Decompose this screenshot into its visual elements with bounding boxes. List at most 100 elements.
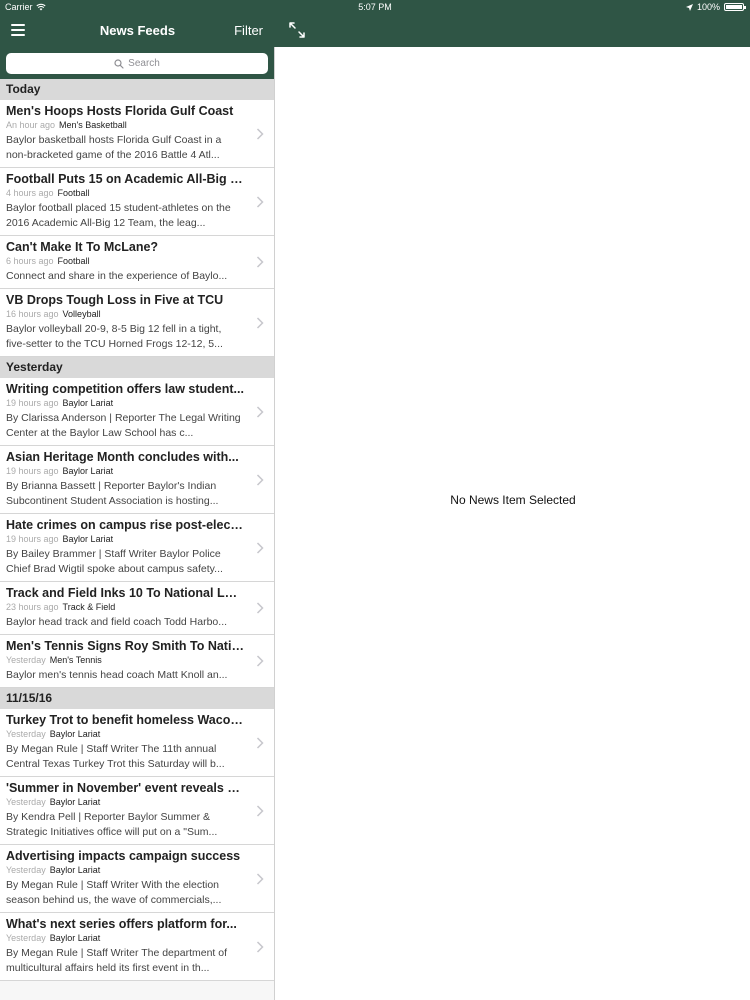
news-item-meta: 19 hours ago Baylor Lariat — [6, 397, 244, 409]
news-item-category: Track & Field — [62, 602, 116, 612]
news-item-time: 19 hours ago — [6, 466, 59, 476]
status-time: 5:07 PM — [358, 2, 392, 12]
search-icon — [114, 58, 124, 69]
chevron-right-icon — [256, 127, 264, 140]
news-item[interactable]: What's next series offers platform for..… — [0, 913, 274, 981]
news-item-category: Football — [57, 188, 90, 198]
filter-button[interactable]: Filter — [234, 23, 263, 38]
news-item-meta: Yesterday Baylor Lariat — [6, 932, 244, 944]
news-item-meta: 23 hours ago Track & Field — [6, 601, 244, 613]
news-item-time: 6 hours ago — [6, 256, 54, 266]
news-item-meta: Yesterday Baylor Lariat — [6, 796, 244, 808]
news-item-time: 23 hours ago — [6, 602, 59, 612]
battery-percent: 100% — [696, 2, 720, 12]
news-item-time: 4 hours ago — [6, 188, 54, 198]
status-bar: Carrier 5:07 PM 100% — [0, 0, 750, 14]
news-list: Today Men's Hoops Hosts Florida Gulf Coas… — [0, 79, 274, 981]
news-item-time: 16 hours ago — [6, 309, 59, 319]
chevron-right-icon — [256, 473, 264, 486]
detail-pane: No News Item Selected — [276, 47, 750, 1000]
news-item-category: Baylor Lariat — [49, 865, 101, 875]
chevron-right-icon — [256, 195, 264, 208]
news-item-time: Yesterday — [6, 797, 46, 807]
news-item-summary: By Clarissa Anderson | Reporter The Lega… — [6, 412, 241, 439]
news-item-summary: By Megan Rule | Staff Writer The departm… — [6, 947, 228, 974]
chevron-right-icon — [256, 940, 264, 953]
news-item[interactable]: VB Drops Tough Loss in Five at TCU 16 hou… — [0, 289, 274, 357]
news-item[interactable]: Writing competition offers law student..… — [0, 378, 274, 446]
news-item[interactable]: 'Summer in November' event reveals B... Y… — [0, 777, 274, 845]
news-item-summary: By Kendra Pell | Reporter Baylor Summer … — [6, 811, 218, 838]
news-item-title: Turkey Trot to benefit homeless Waco I..… — [6, 713, 244, 727]
news-item-category: Volleyball — [62, 309, 101, 319]
news-item-meta: Yesterday Baylor Lariat — [6, 864, 244, 876]
news-item[interactable]: Hate crimes on campus rise post-elect...… — [0, 514, 274, 582]
chevron-right-icon — [256, 655, 264, 667]
news-item-category: Baylor Lariat — [49, 729, 101, 739]
chevron-right-icon — [256, 541, 264, 554]
news-item-meta: 4 hours ago Football — [6, 187, 244, 199]
news-item-category: Baylor Lariat — [62, 398, 114, 408]
news-item-meta: 6 hours ago Football — [6, 255, 244, 267]
news-item-summary: By Bailey Brammer | Staff Writer Baylor … — [6, 548, 223, 575]
news-item-time: An hour ago — [6, 120, 56, 130]
news-item[interactable]: Football Puts 15 on Academic All-Big 1..… — [0, 168, 274, 236]
news-item-summary: Baylor men's tennis head coach Matt Knol… — [6, 669, 228, 681]
chevron-right-icon — [256, 804, 264, 817]
news-item-category: Baylor Lariat — [49, 797, 101, 807]
news-item-category: Men's Basketball — [59, 120, 127, 130]
news-item-category: Baylor Lariat — [62, 534, 114, 544]
news-item-title: Hate crimes on campus rise post-elect... — [6, 518, 244, 532]
chevron-right-icon — [256, 736, 264, 749]
section-header: Today — [0, 79, 274, 100]
chevron-right-icon — [256, 872, 264, 885]
news-item-title: What's next series offers platform for..… — [6, 917, 237, 931]
news-item-time: Yesterday — [6, 655, 46, 665]
news-item-summary: Baylor head track and field coach Todd H… — [6, 616, 228, 628]
news-item-meta: Yesterday Men's Tennis — [6, 654, 244, 666]
news-item[interactable]: Men's Tennis Signs Roy Smith To Natio...… — [0, 635, 274, 688]
news-item-title: VB Drops Tough Loss in Five at TCU — [6, 293, 224, 307]
news-item-summary: By Megan Rule | Staff Writer The 11th an… — [6, 743, 225, 770]
news-item[interactable]: Advertising impacts campaign success Yest… — [0, 845, 274, 913]
news-item-summary: By Brianna Bassett | Reporter Baylor's I… — [6, 480, 219, 507]
news-item-time: Yesterday — [6, 865, 46, 875]
news-item-title: Can't Make It To McLane? — [6, 240, 159, 254]
news-item-time: Yesterday — [6, 933, 46, 943]
empty-state-message: No News Item Selected — [450, 493, 576, 507]
search-bar-container: Search — [0, 47, 274, 79]
news-item-category: Football — [57, 256, 90, 266]
chevron-right-icon — [256, 405, 264, 418]
news-item[interactable]: Men's Hoops Hosts Florida Gulf Coast An h… — [0, 100, 274, 168]
news-item-summary: By Megan Rule | Staff Writer With the el… — [6, 879, 222, 906]
news-item-title: Men's Tennis Signs Roy Smith To Natio... — [6, 639, 244, 653]
news-item-summary: Connect and share in the experience of B… — [6, 270, 228, 282]
news-item[interactable]: Can't Make It To McLane? 6 hours ago Footb… — [0, 236, 274, 289]
news-item-category: Baylor Lariat — [49, 933, 101, 943]
news-item-title: Football Puts 15 on Academic All-Big 1..… — [6, 172, 244, 186]
news-item-time: 19 hours ago — [6, 534, 59, 544]
search-input[interactable]: Search — [6, 53, 268, 74]
news-list-sidebar: Search Today Men's Hoops Hosts Florida Gu… — [0, 47, 275, 1000]
chevron-right-icon — [256, 256, 264, 268]
news-item-meta: 19 hours ago Baylor Lariat — [6, 533, 244, 545]
news-item-summary: Baylor basketball hosts Florida Gulf Coa… — [6, 134, 222, 161]
expand-icon[interactable] — [288, 21, 306, 39]
news-item-category: Men's Tennis — [49, 655, 102, 665]
search-placeholder: Search — [128, 58, 160, 69]
section-header: 11/15/16 — [0, 688, 274, 709]
battery-icon — [724, 3, 746, 11]
news-item[interactable]: Turkey Trot to benefit homeless Waco I..… — [0, 709, 274, 777]
status-right: 100% — [685, 2, 746, 12]
news-item-summary: Baylor football placed 15 student-athlet… — [6, 202, 231, 229]
news-item-meta: Yesterday Baylor Lariat — [6, 728, 244, 740]
top-bar: Carrier 5:07 PM 100% News Feeds Filter — [0, 0, 750, 47]
news-item-meta: An hour ago Men's Basketball — [6, 119, 244, 131]
news-item[interactable]: Track and Field Inks 10 To National Lett… — [0, 582, 274, 635]
news-item-category: Baylor Lariat — [62, 466, 114, 476]
news-item-title: Writing competition offers law student..… — [6, 382, 244, 396]
news-item[interactable]: Asian Heritage Month concludes with... 19… — [0, 446, 274, 514]
chevron-right-icon — [256, 316, 264, 329]
news-item-time: Yesterday — [6, 729, 46, 739]
news-item-title: 'Summer in November' event reveals B... — [6, 781, 244, 795]
